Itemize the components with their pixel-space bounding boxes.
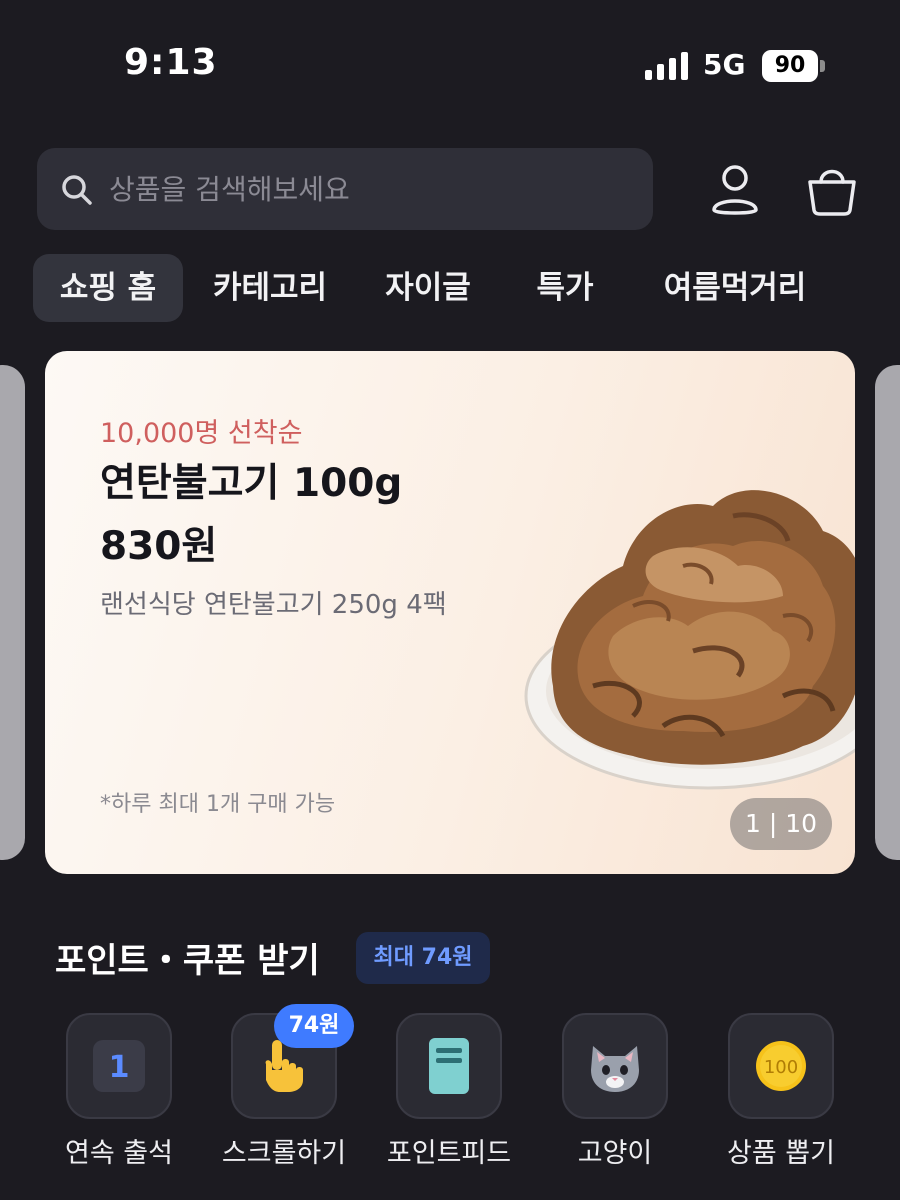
battery-cap xyxy=(820,60,825,72)
attendance-button[interactable]: 1 xyxy=(66,1013,172,1119)
signal-icon xyxy=(645,52,688,80)
max-points-badge: 최대 74원 xyxy=(356,932,490,984)
tab-special-deal[interactable]: 특가 xyxy=(505,254,625,322)
points-section-title: 포인트・쿠폰 받기 xyxy=(55,941,320,981)
banner-tag: 10,000명 선착순 xyxy=(100,418,303,449)
banner-price: 830원 xyxy=(100,524,218,569)
banner-title: 연탄불고기 100g xyxy=(100,461,403,506)
point-item-label: 포인트피드 xyxy=(386,1138,512,1169)
tab-category[interactable]: 카테고리 xyxy=(195,254,345,322)
status-time: 9:13 xyxy=(124,42,218,83)
point-feed-button[interactable] xyxy=(396,1013,502,1119)
point-item-label: 스크롤하기 xyxy=(221,1138,347,1169)
svg-text:1: 1 xyxy=(109,1050,130,1085)
cat-face-icon xyxy=(591,1046,639,1092)
point-item-label: 연속 출석 xyxy=(65,1138,173,1169)
shopping-bag-icon[interactable] xyxy=(803,160,861,218)
cat-button[interactable] xyxy=(562,1013,668,1119)
app-screen: 9:13 5G 90 쇼핑 홈 카테고리 자이글 특가 여름먹거리 10,000… xyxy=(0,0,900,1200)
bulgogi-plate-image xyxy=(524,490,855,790)
tab-shopping-home[interactable]: 쇼핑 홈 xyxy=(33,254,183,322)
product-draw-button[interactable]: 100 xyxy=(728,1013,834,1119)
banner-description: 랜선식당 연탄불고기 250g 4팩 xyxy=(100,590,447,620)
calendar-day-icon: 1 xyxy=(93,1040,145,1092)
next-banner-card[interactable] xyxy=(875,365,900,860)
previous-banner-card[interactable] xyxy=(0,365,25,860)
tab-summer-food[interactable]: 여름먹거리 xyxy=(640,254,830,322)
point-item-label: 상품 뽑기 xyxy=(727,1138,835,1169)
tab-zaigle[interactable]: 자이글 xyxy=(360,254,496,322)
banner-page-counter: 1 | 10 xyxy=(730,798,832,850)
svg-text:100: 100 xyxy=(764,1057,798,1078)
network-label: 5G xyxy=(703,48,746,81)
search-bar[interactable] xyxy=(37,148,653,230)
battery-icon: 90 xyxy=(762,50,818,82)
feed-note-icon xyxy=(429,1038,469,1094)
banner-note: *하루 최대 1개 구매 가능 xyxy=(100,792,336,817)
user-icon[interactable] xyxy=(706,160,764,218)
search-input[interactable] xyxy=(109,148,629,230)
scroll-reward-bubble: 74원 xyxy=(274,1004,354,1048)
promo-banner[interactable]: 10,000명 선착순 연탄불고기 100g 830원 랜선식당 연탄불고기 2… xyxy=(45,351,855,874)
search-icon xyxy=(62,175,92,205)
coin-icon: 100 xyxy=(756,1041,806,1091)
point-item-label: 고양이 xyxy=(577,1138,653,1169)
